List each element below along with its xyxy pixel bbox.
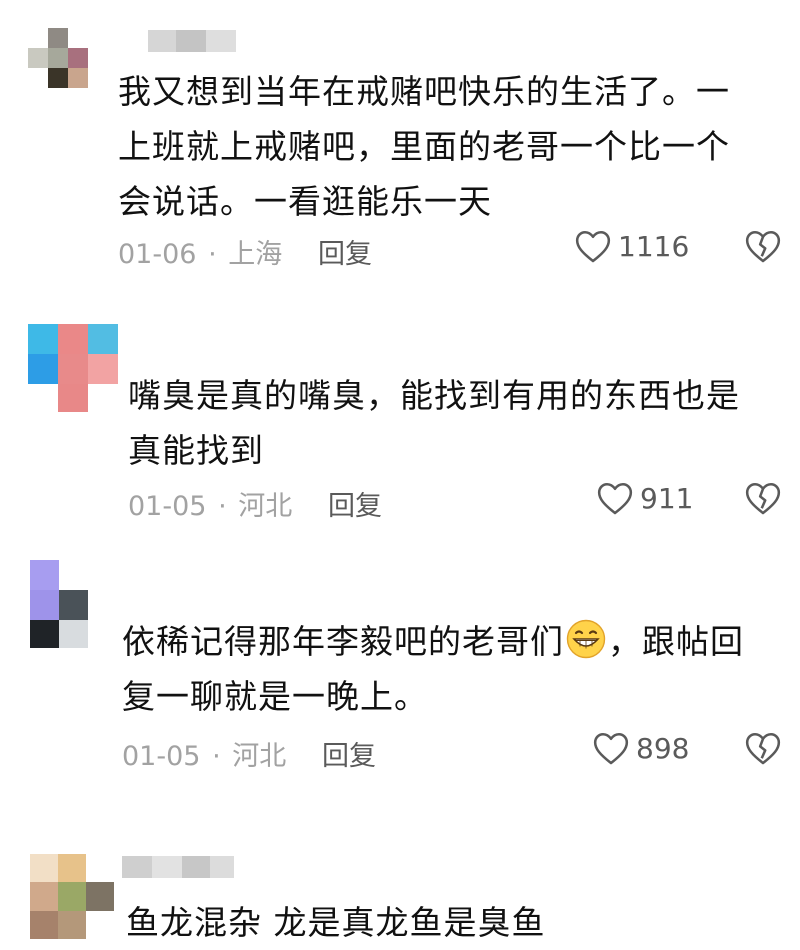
comment-line: 我又想到当年在戒赌吧快乐的生活了。一 — [118, 72, 730, 111]
comment-text: 依稀记得那年李毅吧的老哥们 ，跟帖回 复一聊就是一晚上。 — [122, 614, 744, 724]
like-count: 898 — [636, 731, 690, 765]
comment-item: 鱼龙混杂 龙是真龙鱼是臭鱼 — [0, 830, 800, 942]
grinning-face-emoji — [566, 619, 606, 659]
broken-heart-icon — [745, 230, 781, 263]
broken-heart-icon — [745, 482, 781, 515]
like-button[interactable]: 898 — [592, 730, 689, 766]
reply-button[interactable]: 回复 — [328, 484, 382, 523]
comment-text: 嘴臭是真的嘴臭，能找到有用的东西也是 真能找到 — [128, 368, 740, 478]
avatar[interactable] — [28, 28, 88, 88]
comment-date: 01-06 — [118, 239, 197, 270]
meta-separator: · — [218, 491, 227, 522]
dislike-button[interactable] — [744, 730, 782, 770]
comment-text-segment: 依稀记得那年李毅吧的老哥们 — [122, 622, 564, 661]
comment-line: 鱼龙混杂 龙是真龙鱼是臭鱼 — [126, 903, 546, 942]
comment-item: 嘴臭是真的嘴臭，能找到有用的东西也是 真能找到 01-05 · 河北 回复 91… — [0, 300, 800, 540]
broken-heart-icon — [745, 732, 781, 765]
comment-meta: 01-05 · 河北 — [122, 734, 286, 773]
comment-text: 我又想到当年在戒赌吧快乐的生活了。一 上班就上戒赌吧，里面的老哥一个比一个 会说… — [118, 64, 730, 229]
comment-meta: 01-05 · 河北 — [128, 484, 292, 523]
dislike-button[interactable] — [744, 228, 782, 268]
like-button[interactable]: 1116 — [574, 228, 689, 264]
comment-item: 我又想到当年在戒赌吧快乐的生活了。一 上班就上戒赌吧，里面的老哥一个比一个 会说… — [0, 0, 800, 300]
like-count: 1116 — [618, 229, 690, 263]
comment-line: 复一聊就是一晚上。 — [122, 677, 428, 716]
username-redacted[interactable] — [118, 30, 236, 52]
comment-line: 上班就上戒赌吧，里面的老哥一个比一个 — [118, 127, 730, 166]
comment-line: 依稀记得那年李毅吧的老哥们 ，跟帖回 — [122, 614, 744, 669]
comment-text-segment: ，跟帖回 — [608, 622, 744, 661]
dislike-button[interactable] — [744, 480, 782, 520]
comment-text: 鱼龙混杂 龙是真龙鱼是臭鱼 — [126, 895, 546, 950]
comment-location: 上海 — [228, 239, 283, 270]
comment-location: 河北 — [238, 491, 293, 522]
avatar[interactable] — [30, 560, 88, 648]
username-redacted[interactable] — [122, 856, 234, 878]
reply-button[interactable]: 回复 — [318, 232, 372, 271]
comment-date: 01-05 — [128, 491, 207, 522]
reply-button[interactable]: 回复 — [322, 734, 376, 773]
meta-separator: · — [208, 239, 217, 270]
avatar[interactable] — [28, 324, 118, 412]
heart-outline-icon — [575, 230, 611, 263]
heart-outline-icon — [597, 482, 633, 515]
comment-date: 01-05 — [122, 741, 201, 772]
meta-separator: · — [212, 741, 221, 772]
avatar[interactable] — [30, 854, 114, 939]
comment-location: 河北 — [232, 741, 287, 772]
like-button[interactable]: 911 — [596, 480, 693, 516]
like-count: 911 — [640, 481, 694, 515]
comment-line: 嘴臭是真的嘴臭，能找到有用的东西也是 — [128, 376, 740, 415]
comment-meta: 01-06 · 上海 — [118, 232, 282, 271]
heart-outline-icon — [593, 732, 629, 765]
comment-line: 会说话。一看逛能乐一天 — [118, 182, 492, 221]
comment-item: 依稀记得那年李毅吧的老哥们 ，跟帖回 复一聊就是一晚上。 01-05 · 河北 回… — [0, 540, 800, 830]
comment-line: 真能找到 — [128, 431, 264, 470]
